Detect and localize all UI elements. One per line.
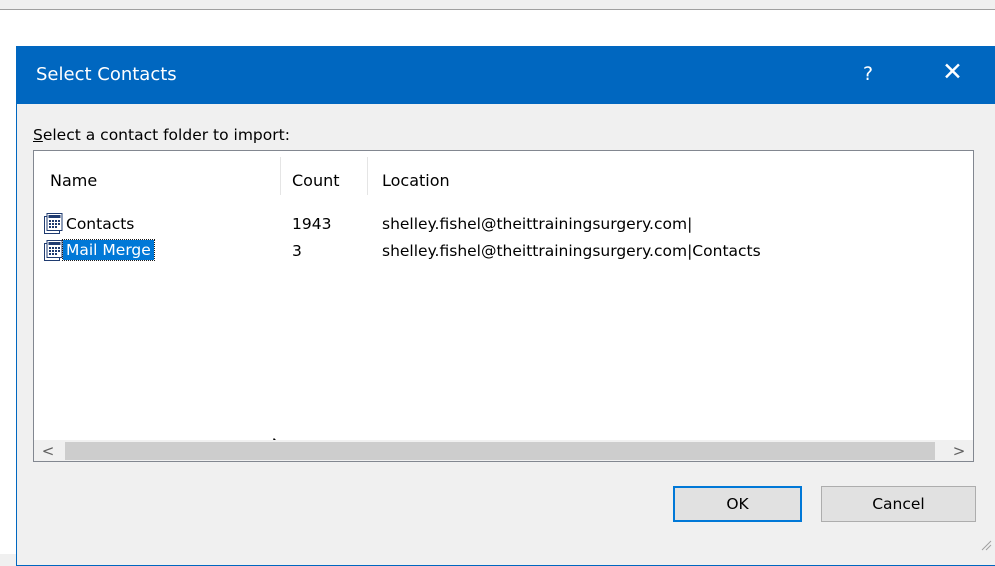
contact-folder-list[interactable]: Name Count Location Contacts 1943 shelle… (33, 150, 974, 462)
folder-prompt-label: Select a contact folder to import: (33, 126, 290, 144)
folder-name-selected[interactable]: Mail Merge (62, 239, 155, 261)
column-separator[interactable] (367, 157, 368, 195)
close-button[interactable]: ✕ (942, 59, 963, 84)
scroll-left-arrow-icon[interactable]: < (34, 441, 62, 461)
list-item[interactable]: Contacts 1943 shelley.fishel@theittraini… (34, 212, 973, 238)
resize-grip-icon[interactable] (980, 539, 992, 551)
cancel-button[interactable]: Cancel (821, 486, 976, 522)
contacts-folder-icon (44, 213, 63, 234)
dialog-title: Select Contacts (36, 64, 177, 85)
column-header-location[interactable]: Location (382, 171, 450, 190)
select-contacts-dialog: Select Contacts ? ✕ Select a contact fol… (16, 46, 995, 566)
help-button[interactable]: ? (863, 63, 873, 85)
column-separator[interactable] (280, 157, 281, 195)
horizontal-scrollbar[interactable]: < > (34, 440, 973, 461)
scrollbar-thumb[interactable] (65, 442, 935, 460)
folder-location: shelley.fishel@theittrainingsurgery.com|… (382, 242, 761, 260)
folder-prompt-text: Select a contact folder to import: (33, 126, 290, 144)
folder-name[interactable]: Contacts (66, 215, 134, 233)
folder-location: shelley.fishel@theittrainingsurgery.com| (382, 215, 693, 233)
dialog-titlebar[interactable]: Select Contacts ? ✕ (17, 47, 995, 104)
list-item[interactable]: Mail Merge 3 shelley.fishel@theittrainin… (34, 239, 973, 265)
folder-count: 1943 (292, 215, 332, 233)
ok-button[interactable]: OK (673, 486, 802, 522)
column-header-name[interactable]: Name (50, 171, 97, 190)
contacts-folder-icon (44, 240, 63, 261)
folder-count: 3 (292, 242, 302, 260)
column-header-count[interactable]: Count (292, 171, 340, 190)
scroll-right-arrow-icon[interactable]: > (945, 441, 973, 461)
